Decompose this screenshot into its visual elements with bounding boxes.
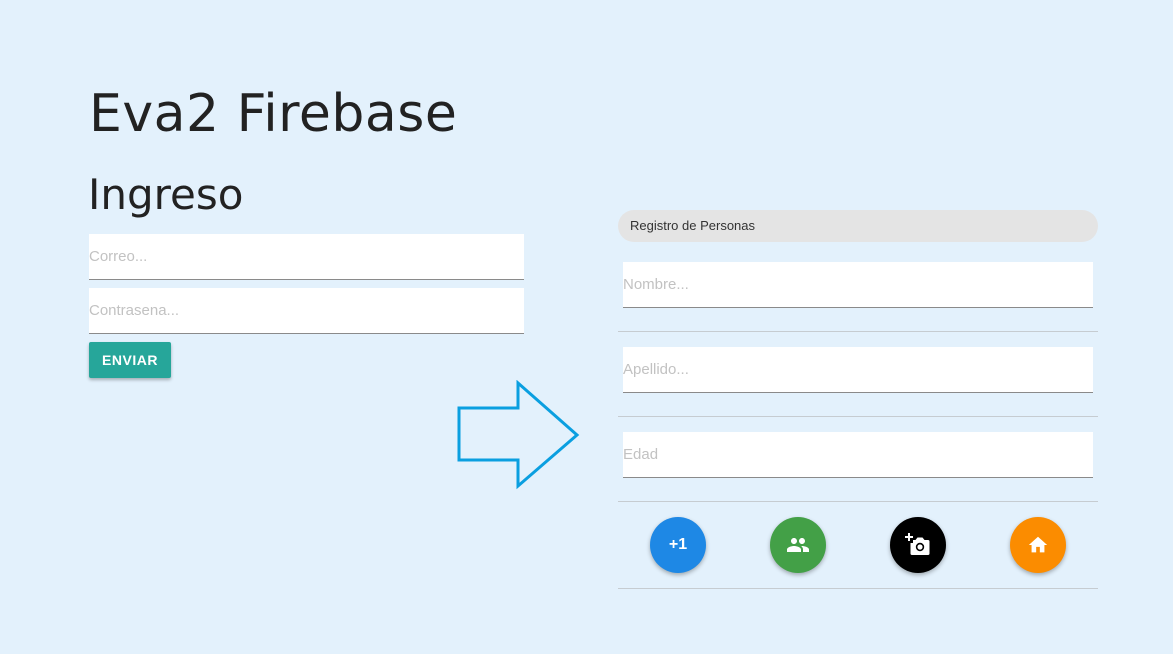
app-title: Eva2 Firebase: [89, 84, 458, 144]
send-button[interactable]: ENVIAR: [89, 342, 171, 378]
divider: [618, 501, 1098, 502]
lastname-field[interactable]: [623, 347, 1093, 393]
right-arrow-icon: [457, 380, 580, 490]
divider: [618, 588, 1098, 589]
add-photo-button[interactable]: [890, 517, 946, 573]
add-button[interactable]: +1: [650, 517, 706, 573]
register-chip: Registro de Personas: [618, 210, 1098, 242]
home-button[interactable]: [1010, 517, 1066, 573]
people-icon: [787, 538, 809, 552]
divider: [618, 331, 1098, 332]
name-field[interactable]: [623, 262, 1093, 308]
divider: [618, 416, 1098, 417]
people-button[interactable]: [770, 517, 826, 573]
login-title: Ingreso: [88, 170, 244, 219]
add-photo-icon: [905, 533, 930, 555]
password-field[interactable]: [89, 288, 524, 334]
email-field[interactable]: [89, 234, 524, 280]
age-field[interactable]: [623, 432, 1093, 478]
home-icon: [1028, 536, 1048, 553]
